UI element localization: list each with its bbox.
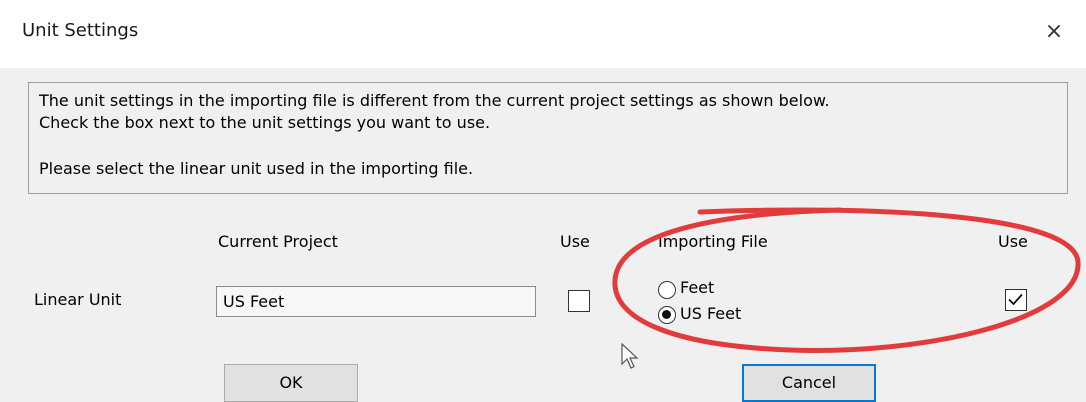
mouse-cursor-icon	[621, 342, 639, 369]
ok-button[interactable]: OK	[224, 364, 358, 402]
cancel-button[interactable]: Cancel	[742, 364, 876, 402]
highlight-ellipse	[612, 207, 1081, 353]
